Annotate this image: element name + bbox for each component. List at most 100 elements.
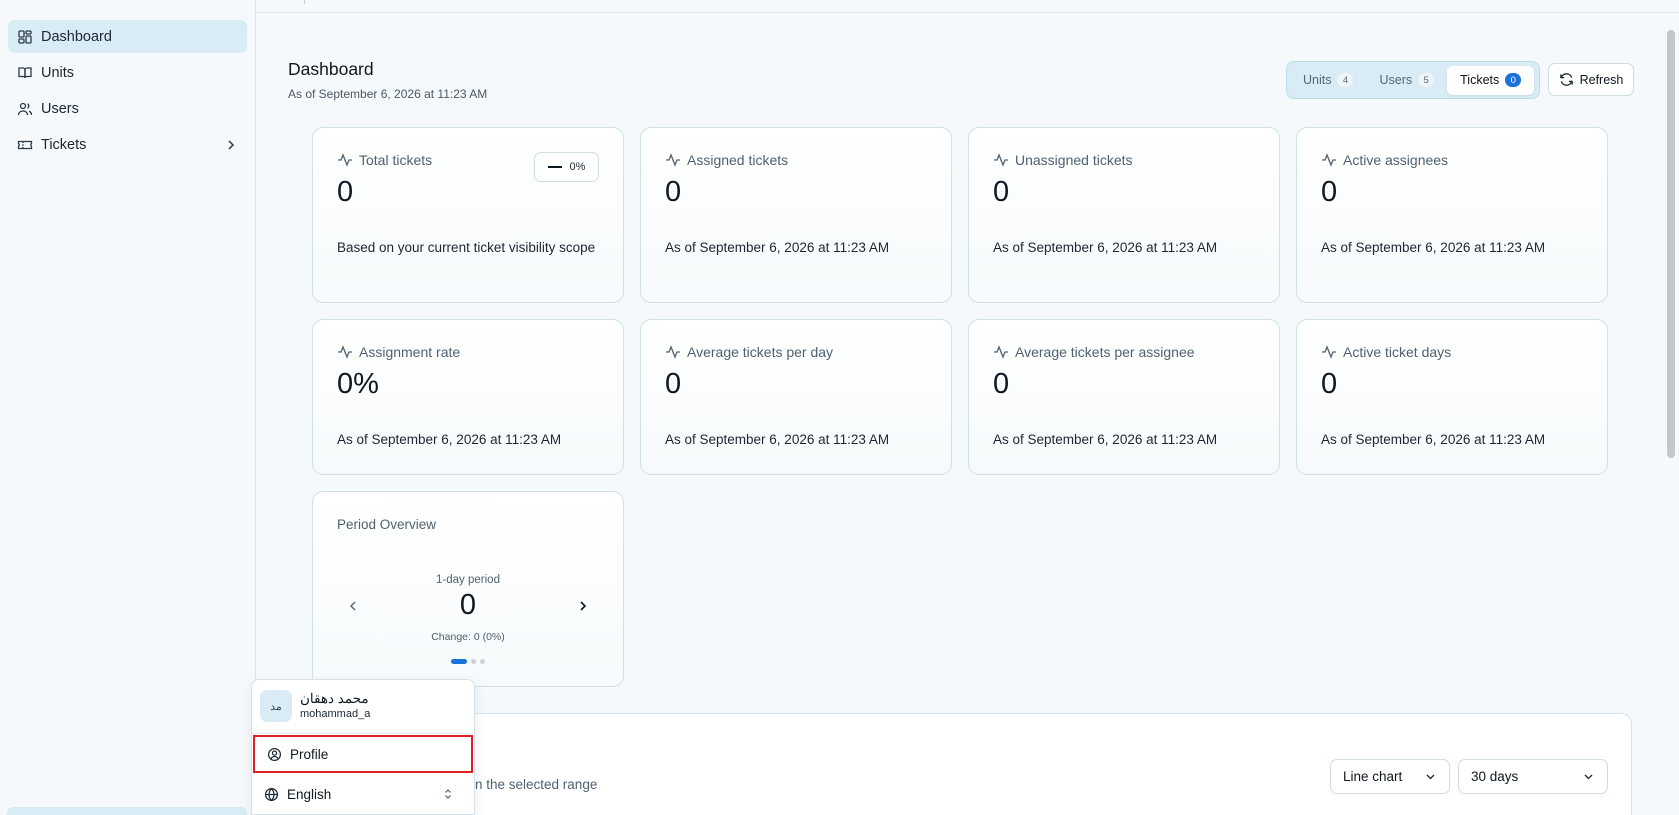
activity-icon	[338, 153, 352, 167]
sidebar-item-units[interactable]: Units	[8, 56, 247, 89]
user-handle: mohammad_a	[300, 708, 371, 720]
change-chip: 0%	[534, 152, 599, 182]
activity-icon	[1322, 153, 1336, 167]
card-value: 0	[665, 176, 682, 208]
sidebar-item-users[interactable]: Users	[8, 92, 247, 125]
card-title: Period Overview	[337, 517, 437, 532]
count-badge: 5	[1418, 73, 1435, 87]
tab-label: Users	[1379, 73, 1413, 87]
card-title: Assigned tickets	[665, 152, 788, 168]
period-change: Change: 0 (0%)	[431, 631, 505, 643]
card-title-text: Active assignees	[1343, 152, 1449, 168]
sidebar-item-dashboard[interactable]: Dashboard	[8, 20, 247, 53]
select-value: 30 days	[1471, 769, 1519, 784]
chevron-right-icon	[228, 139, 235, 150]
tab-label: Units	[1303, 73, 1332, 87]
refresh-icon	[1559, 73, 1573, 86]
card-title-text: Average tickets per day	[687, 344, 834, 360]
card-title: Unassigned tickets	[993, 152, 1133, 168]
activity-icon	[994, 345, 1008, 359]
range-select[interactable]: 30 days	[1458, 759, 1608, 794]
card-value: 0%	[337, 368, 379, 400]
stat-card-assigned-tickets: Assigned tickets 0 As of September 6, 20…	[640, 127, 952, 303]
scrollbar[interactable]	[1667, 30, 1675, 458]
card-title-text: Unassigned tickets	[1015, 152, 1133, 168]
stat-card-active-ticket-days: Active ticket days 0 As of September 6, …	[1296, 319, 1608, 475]
sidebar-item-label: Tickets	[41, 136, 87, 153]
activity-icon	[1322, 345, 1336, 359]
card-footnote: Based on your current ticket visibility …	[337, 240, 596, 255]
book-icon	[17, 65, 33, 81]
card-footnote: As of September 6, 2026 at 11:23 AM	[993, 432, 1218, 447]
sidebar-item-label: Users	[41, 100, 79, 117]
carousel-dots	[313, 659, 623, 664]
stat-card-unassigned-tickets: Unassigned tickets 0 As of September 6, …	[968, 127, 1280, 303]
divider	[304, 0, 305, 4]
page-subtitle: As of September 6, 2026 at 11:23 AM	[288, 87, 488, 101]
card-footnote: As of September 6, 2026 at 11:23 AM	[665, 432, 890, 447]
users-icon	[17, 101, 33, 117]
card-title-text: Assignment rate	[359, 344, 461, 360]
carousel-dot[interactable]	[471, 659, 476, 664]
page-title: Dashboard	[288, 59, 374, 79]
card-footnote: As of September 6, 2026 at 11:23 AM	[1321, 240, 1546, 255]
activity-icon	[666, 153, 680, 167]
card-title: Average tickets per assignee	[993, 344, 1195, 360]
sidebar-item-label: Units	[41, 64, 75, 81]
stat-card-total-tickets: Total tickets 0% 0 Based on your current…	[312, 127, 624, 303]
tab-label: Tickets	[1460, 73, 1500, 87]
change-value: 0%	[569, 161, 586, 173]
card-value: 0	[993, 176, 1010, 208]
card-title: Active ticket days	[1321, 344, 1451, 360]
top-bar	[256, 0, 1679, 13]
stat-card-average-tickets-per-assignee: Average tickets per assignee 0 As of Sep…	[968, 319, 1280, 475]
card-footnote: As of September 6, 2026 at 11:23 AM	[993, 240, 1218, 255]
activity-icon	[994, 153, 1008, 167]
activity-icon	[338, 345, 352, 359]
card-value: 0	[1321, 368, 1338, 400]
dash-icon	[547, 166, 562, 168]
refresh-button[interactable]: Refresh	[1548, 63, 1634, 96]
sidebar-item-tickets[interactable]: Tickets	[8, 128, 247, 161]
sidebar-item-label: Dashboard	[41, 28, 112, 45]
panel-subtitle: in the selected range	[472, 777, 598, 792]
ticket-icon	[17, 137, 33, 153]
sidebar-footer[interactable]	[7, 807, 247, 815]
divider	[252, 733, 474, 734]
tab-users[interactable]: Users 5	[1366, 66, 1447, 95]
select-value: Line chart	[1343, 769, 1403, 784]
card-value: 0	[337, 176, 354, 208]
card-title-text: Average tickets per assignee	[1015, 344, 1195, 360]
period-overview-card: Period Overview 1-day period 0 Change: 0…	[312, 491, 624, 687]
menu-item-label: English	[287, 786, 332, 802]
sidebar: Dashboard Units Users Tickets	[0, 0, 256, 815]
card-title-text: Assigned tickets	[687, 152, 789, 168]
user-circle-icon	[267, 747, 282, 761]
card-title: Active assignees	[1321, 152, 1448, 168]
globe-icon	[264, 787, 279, 801]
stat-card-average-tickets-per-day: Average tickets per day 0 As of Septembe…	[640, 319, 952, 475]
activity-icon	[666, 345, 680, 359]
period-label: 1-day period	[436, 574, 500, 586]
card-value: 0	[993, 368, 1010, 400]
chevron-up-down-icon	[445, 789, 451, 799]
card-title-text: Active ticket days	[1343, 344, 1452, 360]
tab-tickets[interactable]: Tickets 0	[1447, 65, 1535, 95]
stat-card-active-assignees: Active assignees 0 As of September 6, 20…	[1296, 127, 1608, 303]
language-menu-item[interactable]: English	[252, 775, 474, 813]
carousel-dot[interactable]	[480, 659, 485, 664]
category-tabs: Units 4 Users 5 Tickets 0	[1286, 61, 1540, 99]
tab-units[interactable]: Units 4	[1290, 66, 1366, 95]
avatar: مد	[260, 690, 292, 722]
user-info: مد محمد دهقان mohammad_a	[260, 690, 370, 722]
chevron-down-icon	[1426, 774, 1435, 780]
chevron-down-icon	[1584, 774, 1593, 780]
card-title: Assignment rate	[337, 344, 460, 360]
count-badge: 4	[1337, 73, 1354, 87]
chevron-right-icon[interactable]	[575, 598, 591, 614]
sidebar-nav: Dashboard Units Users Tickets	[0, 0, 255, 161]
carousel-dot[interactable]	[451, 659, 467, 664]
chart-type-select[interactable]: Line chart	[1330, 759, 1450, 794]
card-title: Total tickets	[337, 152, 432, 168]
profile-menu-item[interactable]: Profile	[253, 735, 473, 773]
